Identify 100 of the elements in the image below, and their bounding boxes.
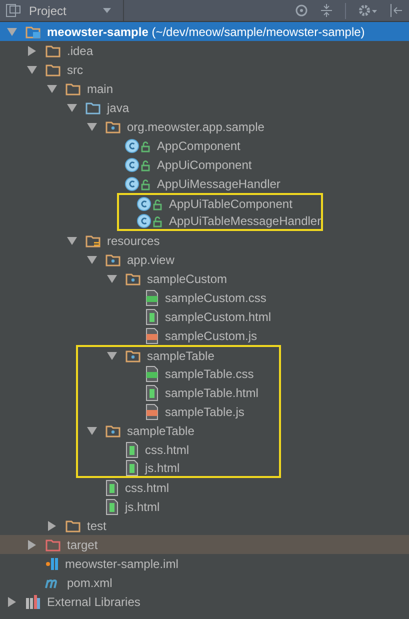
- tree-row[interactable]: AppUiComponent: [0, 155, 409, 174]
- expanded-arrow-icon[interactable]: [87, 122, 97, 132]
- hide-panel-icon[interactable]: [390, 4, 403, 17]
- libraries-icon: [25, 594, 41, 608]
- folder-icon: [65, 518, 81, 532]
- tree-row[interactable]: sampleTable: [0, 421, 409, 440]
- tree-item-label: sampleTable.css: [165, 366, 254, 382]
- tree-item-label: AppUiTableMessageHandler: [169, 212, 322, 230]
- package-folder-icon: [125, 348, 141, 362]
- tree-row[interactable]: resources: [0, 231, 409, 250]
- class-lock-icon: [125, 158, 151, 172]
- folder-icon: [45, 44, 61, 58]
- folder-icon: [85, 100, 101, 114]
- expanded-arrow-icon[interactable]: [107, 350, 117, 360]
- expanded-arrow-icon[interactable]: [27, 64, 37, 74]
- tree-row[interactable]: js.html: [0, 497, 409, 516]
- tree-row[interactable]: main: [0, 79, 409, 98]
- resources-folder-icon: [85, 234, 101, 248]
- class-lock-icon: [137, 196, 163, 210]
- tree-row[interactable]: sampleCustom: [0, 269, 409, 288]
- tree-item-label: meowster-sample.iml: [65, 556, 178, 572]
- project-view-icon: [6, 4, 21, 17]
- tree-row[interactable]: css.html: [0, 478, 409, 497]
- tree-item-label: java: [107, 100, 130, 116]
- tree-item-label: AppUiTableComponent: [169, 196, 292, 212]
- expanded-arrow-icon[interactable]: [67, 102, 77, 112]
- tree-row[interactable]: pom.xml: [0, 573, 409, 592]
- tree-item-label: target: [67, 536, 98, 554]
- tree-row[interactable]: test: [0, 516, 409, 535]
- settings-icon[interactable]: [358, 4, 378, 17]
- tree-item-label: test: [87, 518, 106, 534]
- view-selector[interactable]: Project: [6, 0, 124, 21]
- file-icon: [125, 442, 139, 458]
- expanded-arrow-icon[interactable]: [87, 426, 97, 436]
- tree-row[interactable]: org.meowster.app.sample: [0, 117, 409, 136]
- tree-item-label: css.html: [125, 480, 170, 496]
- tree-item-label: sampleCustom.js: [165, 328, 258, 344]
- package-folder-icon: [105, 252, 121, 266]
- tree-row[interactable]: sampleTable.html: [0, 383, 409, 402]
- expanded-arrow-icon[interactable]: [107, 274, 117, 284]
- tree-item-label: org.meowster.app.sample: [127, 118, 264, 136]
- file-icon: [145, 404, 159, 420]
- tree-item-label: resources: [107, 232, 160, 250]
- tree-row[interactable]: app.view: [0, 250, 409, 269]
- module-file-icon: [45, 556, 59, 570]
- tree-item-label: pom.xml: [67, 574, 112, 592]
- file-icon: [105, 480, 119, 496]
- tree-item-label: css.html: [145, 442, 190, 458]
- tree-item-label: app.view: [127, 252, 174, 268]
- tree-item-label: AppUiMessageHandler: [157, 176, 280, 192]
- tree-row[interactable]: sampleTable.css: [0, 364, 409, 383]
- tree-row[interactable]: target: [0, 535, 409, 554]
- tree-item-label: sampleTable: [127, 422, 194, 440]
- collapsed-arrow-icon[interactable]: [27, 540, 37, 550]
- crosshair-icon[interactable]: [295, 4, 308, 17]
- tree-item-label: main: [87, 80, 114, 98]
- file-icon: [145, 290, 159, 306]
- tree-row[interactable]: sampleTable.js: [0, 402, 409, 421]
- collapsed-arrow-icon[interactable]: [7, 596, 17, 606]
- file-icon: [145, 366, 159, 382]
- tree-row[interactable]: css.html: [0, 440, 409, 459]
- collapse-icon[interactable]: [320, 4, 333, 17]
- tree-row[interactable]: sampleCustom.js: [0, 326, 409, 345]
- expanded-arrow-icon[interactable]: [67, 236, 77, 246]
- tree-item-label: sampleTable.html: [165, 384, 258, 402]
- package-folder-icon: [105, 424, 121, 438]
- tree-item-label: js.html: [125, 498, 160, 516]
- file-icon: [145, 384, 159, 400]
- collapsed-arrow-icon[interactable]: [47, 520, 57, 530]
- tree-row[interactable]: java: [0, 98, 409, 117]
- tree-row[interactable]: External Libraries: [0, 592, 409, 611]
- tree-item-label: sampleCustom: [147, 270, 228, 288]
- package-folder-icon: [125, 272, 141, 286]
- tree-row[interactable]: AppUiTableComponent: [0, 193, 409, 212]
- collapsed-arrow-icon[interactable]: [27, 46, 37, 56]
- tree-row[interactable]: src: [0, 60, 409, 79]
- tree-row[interactable]: .idea: [0, 41, 409, 60]
- tree-row[interactable]: js.html: [0, 459, 409, 478]
- class-lock-icon: [125, 176, 151, 190]
- tree-item-label: External Libraries: [47, 594, 140, 610]
- file-icon: [105, 498, 119, 514]
- tree-row[interactable]: AppUiTableMessageHandler: [0, 212, 409, 231]
- tree-row[interactable]: meowster-sample (~/dev/meow/sample/meowster-sample): [0, 22, 409, 41]
- expanded-arrow-icon[interactable]: [7, 26, 17, 36]
- tree-row[interactable]: sampleTable: [0, 345, 409, 364]
- file-icon: [145, 328, 159, 344]
- caret-icon: [103, 8, 111, 13]
- tree-row[interactable]: AppUiMessageHandler: [0, 174, 409, 193]
- package-folder-icon: [105, 120, 121, 134]
- file-icon: [125, 460, 139, 476]
- expanded-arrow-icon[interactable]: [87, 254, 97, 264]
- tree-row[interactable]: sampleCustom.html: [0, 307, 409, 326]
- tree-row[interactable]: sampleCustom.css: [0, 288, 409, 307]
- module-folder-icon: [25, 24, 41, 38]
- expanded-arrow-icon[interactable]: [47, 84, 57, 94]
- tree-item-label: sampleCustom.css: [165, 290, 266, 306]
- class-lock-icon: [125, 138, 151, 152]
- tree-row[interactable]: AppComponent: [0, 136, 409, 155]
- tree-row[interactable]: meowster-sample.iml: [0, 554, 409, 573]
- folder-icon: [45, 538, 61, 552]
